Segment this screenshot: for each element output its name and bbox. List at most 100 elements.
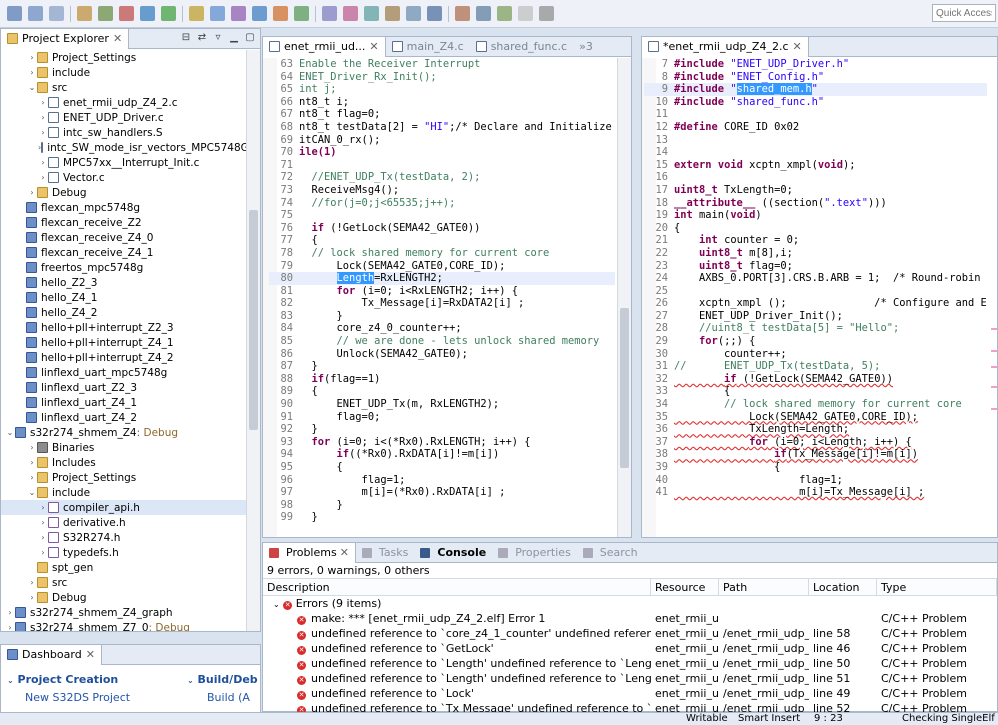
code-line[interactable]: 86 Unlock(SEMA42_GATE0); (269, 348, 615, 361)
code-line[interactable]: 24 AXBS_0.PORT[3].CRS.B.ARB = 1; /* Roun… (644, 272, 987, 285)
tree-item[interactable]: linflexd_uart_mpc5748g (1, 365, 246, 380)
new-s32ds-project-link[interactable]: New S32DS Project (25, 691, 130, 704)
code-line[interactable]: 27 ENET_UDP_Driver_Init(); (644, 310, 987, 323)
tree-item[interactable]: hello_Z4_2 (1, 305, 246, 320)
collapse-arrow-icon[interactable]: ⌄ (7, 676, 14, 685)
tree-item[interactable]: hello_Z2_3 (1, 275, 246, 290)
toolbar-button-icon[interactable] (49, 6, 64, 21)
scrollbar-thumb[interactable] (620, 308, 629, 468)
code-line[interactable]: 73 ReceiveMsg4(); (269, 184, 615, 197)
toolbar-button-icon[interactable] (119, 6, 134, 21)
tab-project-explorer[interactable]: Project Explorer ✕ (1, 28, 130, 49)
code-line[interactable]: 93 for (i=0; i<(*Rx0).RxLENGTH; i++) { (269, 436, 615, 449)
code-line[interactable]: 38 if(Tx_Message[i]!=m[i]) (644, 448, 987, 461)
tree-item[interactable]: › intc_SW_mode_isr_vectors_MPC5748G.c (1, 140, 246, 155)
expand-arrow-icon[interactable]: › (27, 68, 37, 77)
tree-item[interactable]: linflexd_uart_Z4_1 (1, 395, 246, 410)
code-line[interactable]: 77 { (269, 234, 615, 247)
overview-ruler[interactable] (991, 58, 997, 537)
code-line[interactable]: 37 for (i=0; i<Length; i++) { (644, 436, 987, 449)
collapse-all-icon[interactable]: ⊟ (180, 32, 192, 44)
error-marker[interactable] (991, 386, 997, 388)
code-line[interactable]: 25 (644, 285, 987, 298)
expand-arrow-icon[interactable]: › (27, 473, 37, 482)
code-line[interactable]: 10 #include "shared_func.h" (644, 96, 987, 109)
expand-arrow-icon[interactable]: › (27, 578, 37, 587)
code-line[interactable]: 18 __attribute__ ((section(".text"))) (644, 197, 987, 210)
toolbar-button-icon[interactable] (364, 6, 379, 21)
tree-item[interactable]: hello+pll+interrupt_Z2_3 (1, 320, 246, 335)
collapse-arrow-icon[interactable]: ⌄ (187, 676, 194, 685)
tree-item[interactable]: › Includes (1, 455, 246, 470)
expand-arrow-icon[interactable]: ⌄ (27, 83, 37, 92)
close-icon[interactable]: ✕ (113, 32, 122, 45)
toolbar-button-icon[interactable] (189, 6, 204, 21)
tree-item[interactable]: flexcan_receive_Z4_0 (1, 230, 246, 245)
code-line[interactable]: 63 Enable the Receiver Interrupt (269, 58, 615, 71)
expand-arrow-icon[interactable]: › (5, 608, 15, 617)
column-header-path[interactable]: Path (719, 579, 809, 595)
column-header-resource[interactable]: Resource (651, 579, 719, 595)
tree-item[interactable]: › include (1, 65, 246, 80)
tree-item[interactable]: › enet_rmii_udp_Z4_2.c (1, 95, 246, 110)
expand-arrow-icon[interactable]: › (38, 158, 48, 167)
expand-arrow-icon[interactable]: › (38, 533, 48, 542)
tree-item[interactable]: freertos_mpc5748g (1, 260, 246, 275)
problem-row[interactable]: ✕ undefined reference to `core_z4_1_count… (263, 626, 997, 641)
expand-arrow-icon[interactable]: › (38, 173, 48, 182)
editor-tab[interactable]: shared_func.c (470, 37, 573, 57)
code-line[interactable]: 70 ile(1) (269, 146, 615, 159)
code-line[interactable]: 36 TxLength=Length; (644, 423, 987, 436)
expand-arrow-icon[interactable]: › (38, 98, 48, 107)
code-line[interactable]: 65 int j; (269, 83, 615, 96)
tree-item[interactable]: › Project_Settings (1, 50, 246, 65)
code-line[interactable]: 87 } (269, 360, 615, 373)
problem-row[interactable]: ✕ undefined reference to `Length' undefin… (263, 671, 997, 686)
link-editor-icon[interactable]: ⇄ (196, 32, 208, 44)
code-line[interactable]: 40 flag=1; (644, 474, 987, 487)
toolbar-button-icon[interactable] (497, 6, 512, 21)
error-group-row[interactable]: ⌄ ✕ Errors (9 items) (263, 596, 997, 611)
build-debug-heading[interactable]: ⌄ Build/Deb (187, 673, 258, 686)
toolbar-button-icon[interactable] (252, 6, 267, 21)
explorer-scrollbar[interactable] (246, 50, 260, 631)
tree-item[interactable]: › intc_sw_handlers.S (1, 125, 246, 140)
code-line[interactable]: 41 m[i]=Tx_Message[i] ; (644, 486, 987, 499)
code-line[interactable]: 69 itCAN_0_rx(); (269, 134, 615, 147)
toolbar-button-icon[interactable] (539, 6, 554, 21)
toolbar-button-icon[interactable] (77, 6, 92, 21)
expand-arrow-icon[interactable]: › (5, 623, 15, 631)
code-line[interactable]: 8 #include "ENET_Config.h" (644, 71, 987, 84)
toolbar-button-icon[interactable] (98, 6, 113, 21)
code-line[interactable]: 96 flag=1; (269, 474, 615, 487)
tree-item[interactable]: › Binaries (1, 440, 246, 455)
tree-item[interactable]: flexcan_mpc5748g (1, 200, 246, 215)
tree-item[interactable]: linflexd_uart_Z4_2 (1, 410, 246, 425)
expand-arrow-icon[interactable]: › (27, 593, 37, 602)
tree-item[interactable]: › S32R274.h (1, 530, 246, 545)
toolbar-button-icon[interactable] (210, 6, 225, 21)
expand-arrow-icon[interactable]: › (27, 53, 37, 62)
code-line[interactable]: 26 xcptn_xmpl (); /* Configure and En (644, 297, 987, 310)
expand-arrow-icon[interactable]: › (38, 503, 48, 512)
code-line[interactable]: 35 Lock(SEMA42_GATE0,CORE_ID); (644, 411, 987, 424)
tree-item[interactable]: ⌄ src (1, 80, 246, 95)
toolbar-button-icon[interactable] (385, 6, 400, 21)
tree-item[interactable]: › s32r274_shmem_Z4_graph (1, 605, 246, 620)
tree-item[interactable]: hello+pll+interrupt_Z4_2 (1, 350, 246, 365)
tab-dashboard[interactable]: Dashboard ✕ (1, 644, 102, 665)
code-line[interactable]: 74 //for(j=0;j<65535;j++); (269, 197, 615, 210)
tree-item[interactable]: › derivative.h (1, 515, 246, 530)
column-header-location[interactable]: Location (809, 579, 877, 595)
error-marker[interactable] (991, 366, 997, 368)
tree-item[interactable]: spt_gen (1, 560, 246, 575)
problem-row[interactable]: ✕ undefined reference to `GetLock' enet_rm… (263, 641, 997, 656)
column-header-description[interactable]: Description (263, 579, 651, 595)
code-line[interactable]: 98 } (269, 499, 615, 512)
code-line[interactable]: 21 int counter = 0; (644, 234, 987, 247)
problem-row[interactable]: ✕ undefined reference to `Length' undefin… (263, 656, 997, 671)
toolbar-button-icon[interactable] (7, 6, 22, 21)
code-line[interactable]: 97 m[i]=(*Rx0).RxDATA[i] ; (269, 486, 615, 499)
code-line[interactable]: 76 if (!GetLock(SEMA42_GATE0)) (269, 222, 615, 235)
code-line[interactable]: 79 Lock(SEMA42_GATE0,CORE_ID); (269, 260, 615, 273)
